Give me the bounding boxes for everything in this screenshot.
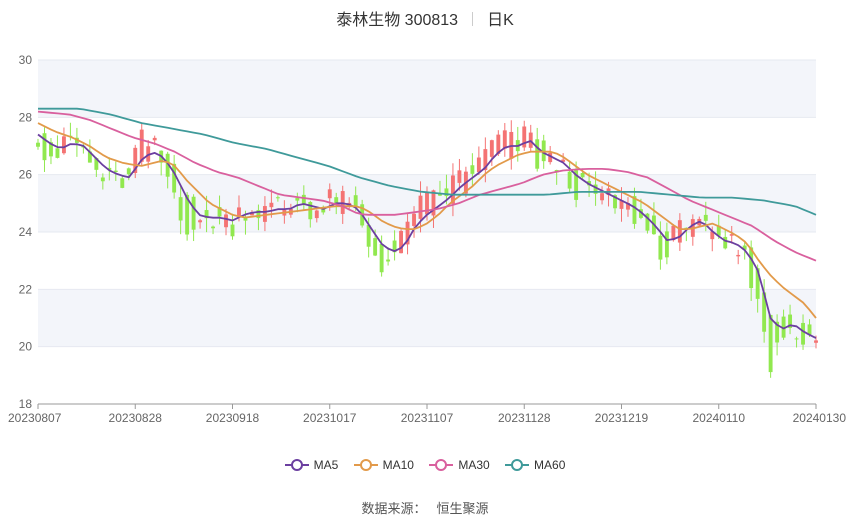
candle-body [814,340,818,343]
y-tick-label: 28 [19,110,33,124]
kline-chart: 18 20 22 24 26 28 30 20230807 20230828 20230918 20… [8,53,847,425]
candle-body [399,230,404,254]
candle-body [139,129,144,162]
candle-body [677,220,682,243]
source-value: 恒生聚源 [436,501,489,516]
candle-body [807,324,812,335]
candle-body [535,139,540,169]
x-tick-label: 20231017 [303,411,357,425]
x-tick-label: 20230828 [109,411,163,425]
grid-band [38,289,816,347]
candle-body [126,168,131,175]
candle-body [100,177,105,182]
candle-body [113,170,118,172]
candle-body [768,314,773,373]
candle-body [327,189,332,199]
candle-body [379,243,384,273]
y-tick-label: 24 [19,225,33,239]
y-tick-label: 26 [19,168,33,182]
candle-body [314,210,319,219]
y-tick-label: 30 [19,53,33,67]
legend-ma5[interactable]: MA5 [284,458,339,472]
legend: MA5 MA10 MA30 MA60 [0,458,850,475]
candle-body [418,195,423,219]
x-tick-label: 20240130 [793,411,847,425]
candle-body [191,196,196,230]
x-tick-label: 20240110 [693,411,746,425]
candle-body [489,140,494,157]
candle-body [152,137,157,141]
legend-ma60-swatch [505,458,530,472]
candle-body [658,235,663,260]
candle-body [457,170,462,183]
candle-body [723,236,728,249]
candle-body [230,224,235,237]
candle-body [794,338,799,340]
candle-body [237,207,241,216]
legend-ma10-swatch [353,458,378,472]
candle-body [567,171,572,189]
legend-ma5-swatch [284,458,309,472]
grid [38,59,816,405]
candle-body [366,225,371,247]
candle-body [703,214,708,221]
y-tick-label: 20 [19,340,33,354]
x-tick-label: 20230918 [206,411,260,425]
source-label: 数据来源： [361,501,427,516]
legend-ma30[interactable]: MA30 [429,458,490,472]
x-tick-label: 20231128 [498,411,551,425]
legend-ma10-label: MA10 [382,458,414,472]
candle-body [198,220,203,223]
candle-body [36,142,40,147]
candle-body [502,130,507,149]
candle-body [120,178,125,188]
y-tick-label: 22 [19,282,33,296]
candle-body [600,193,604,201]
grid-band [38,60,816,118]
candle-body [55,148,60,158]
legend-ma30-swatch [429,458,454,472]
candle-body [476,157,481,173]
candle-body [224,214,228,228]
x-tick-label: 20231219 [595,411,649,425]
candle-body [295,197,300,201]
legend-ma10[interactable]: MA10 [353,458,414,472]
candle-body [373,238,378,256]
candle-body [275,197,280,199]
candle-body [470,165,475,174]
legend-ma60-label: MA60 [534,458,566,472]
legend-ma60[interactable]: MA60 [505,458,565,472]
x-tick-label: 20230807 [8,411,62,425]
legend-ma5-label: MA5 [313,458,339,472]
candle-body [386,259,391,262]
y-tick-label: 18 [19,397,33,411]
legend-ma30-label: MA30 [458,458,490,472]
candle-body [632,196,637,224]
candle-body [269,202,274,208]
candle-body [61,136,66,154]
candle-body [178,197,183,221]
candle-body [801,322,805,345]
candle-body [211,226,215,229]
x-tick-label: 20231107 [401,411,454,425]
data-source: 数据来源： 恒生聚源 [0,498,850,517]
candle-body [736,254,741,257]
candle-body [412,213,416,226]
candle-body [664,231,669,258]
candle-body [749,247,754,289]
candle-body [301,194,306,204]
candle-body [580,172,585,178]
